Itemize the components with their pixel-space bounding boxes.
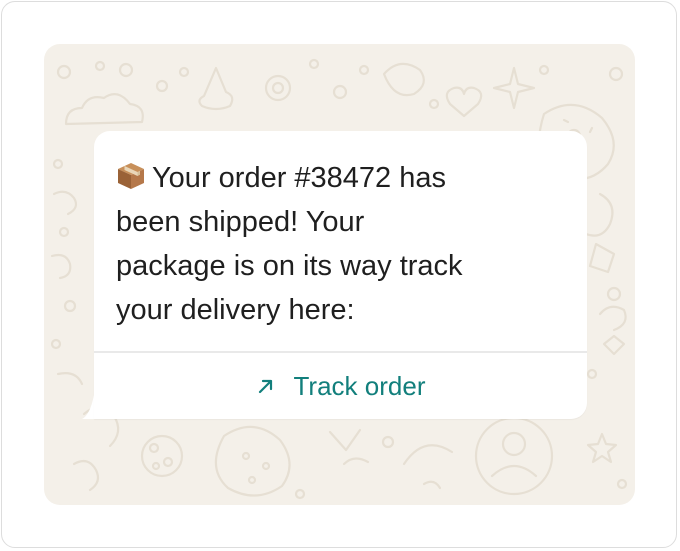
track-order-button[interactable]: Track order: [94, 353, 587, 419]
message-bubble: Your order #38472 has been shipped! Your…: [94, 131, 587, 419]
arrow-up-right-icon: [258, 379, 272, 394]
message-text: Your order #38472 has been shipped! Your…: [116, 156, 556, 332]
track-order-label: Track order: [293, 370, 426, 401]
message-body: Your order #38472 has been shipped! Your…: [116, 162, 463, 326]
package-icon: [118, 163, 144, 189]
